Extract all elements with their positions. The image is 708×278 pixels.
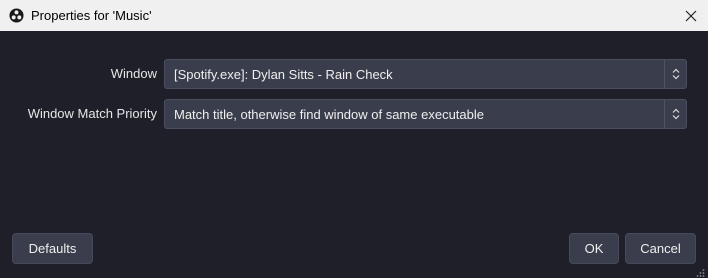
match-priority-select-value: Match title, otherwise find window of sa…: [174, 107, 484, 122]
window-select-value: [Spotify.exe]: Dylan Sitts - Rain Check: [174, 67, 393, 82]
updown-chevron-icon: [664, 60, 686, 88]
obs-logo-icon: [9, 8, 24, 23]
defaults-button[interactable]: Defaults: [12, 233, 93, 264]
properties-dialog: Properties for 'Music' Window [Spotify.e…: [0, 0, 708, 278]
match-priority-select[interactable]: Match title, otherwise find window of sa…: [164, 99, 687, 129]
window-select[interactable]: [Spotify.exe]: Dylan Sitts - Rain Check: [164, 59, 687, 89]
ok-button[interactable]: OK: [569, 233, 619, 264]
window-label: Window: [110, 66, 157, 81]
title-bar: Properties for 'Music': [0, 0, 708, 31]
window-title: Properties for 'Music': [31, 8, 152, 23]
resize-grip-icon[interactable]: [695, 265, 705, 277]
dialog-body: Window [Spotify.exe]: Dylan Sitts - Rain…: [0, 31, 708, 278]
match-priority-label: Window Match Priority: [27, 106, 157, 121]
updown-chevron-icon: [664, 100, 686, 128]
cancel-button[interactable]: Cancel: [625, 233, 696, 264]
close-button[interactable]: [676, 1, 706, 30]
close-icon: [685, 10, 697, 21]
